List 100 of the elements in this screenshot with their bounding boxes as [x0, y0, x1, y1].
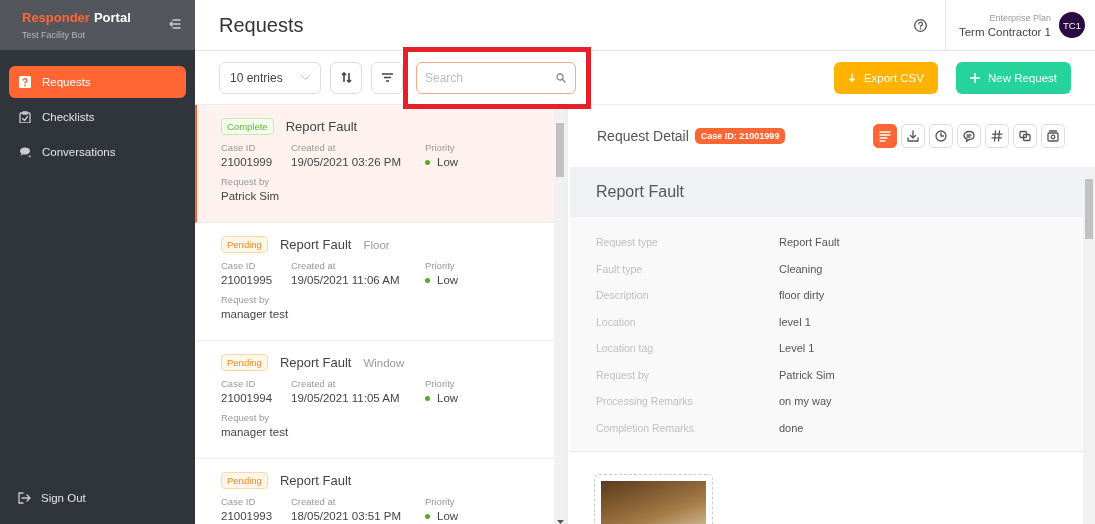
case-id: 21001994 — [221, 392, 274, 404]
field-label: Priority — [425, 496, 456, 507]
clock-icon — [935, 130, 947, 142]
detail-title: Request Detail — [597, 128, 689, 144]
chat-icon — [963, 130, 975, 142]
request-title: Report Fault — [285, 119, 358, 134]
sort-button[interactable] — [330, 61, 362, 94]
field-label: Case ID — [221, 142, 257, 153]
brand-name: Responder — [22, 10, 90, 25]
status-badge: Pending — [221, 236, 268, 253]
clipboard-icon — [19, 111, 31, 123]
field-label: Request by — [221, 294, 271, 305]
facility-name: Test Facility Bot — [22, 30, 87, 40]
request-tag: Floor — [363, 238, 390, 251]
field-label: Case ID — [221, 260, 257, 271]
field-label: Created at — [291, 378, 337, 389]
nav-item[interactable]: Conversations — [9, 136, 186, 168]
scroll-down-icon — [556, 520, 564, 524]
field-label: Priority — [425, 378, 456, 389]
chevron-down-icon — [301, 75, 310, 80]
field-value: level 1 — [779, 315, 812, 328]
request-title: Report Fault — [279, 237, 352, 252]
requester-name: manager test — [221, 308, 290, 320]
priority-value: Low — [437, 510, 459, 522]
request-title: Report Fault — [279, 355, 352, 370]
field-value: Level 1 — [779, 342, 816, 355]
field-label: Request by — [221, 176, 271, 187]
user-name: Term Contractor 1 — [958, 25, 1051, 38]
question-icon — [19, 76, 31, 88]
arrow-down-icon — [847, 73, 856, 82]
case-id: 21001995 — [221, 274, 274, 286]
request-card[interactable]: Pending Report Fault Case ID Created at Priority 21001993 18/05/2021 03:51 PM Low — [195, 459, 554, 524]
brand-name: Portal — [93, 10, 131, 25]
field-label: Priority — [425, 142, 456, 153]
priority-value: Low — [437, 392, 459, 404]
priority-dot — [425, 395, 430, 401]
detail-heading: Report Fault — [570, 167, 1083, 217]
field-label: Created at — [291, 142, 337, 153]
field-label: Request type — [596, 236, 659, 249]
photo-placeholder[interactable] — [601, 481, 706, 524]
field-label: Fault type — [596, 262, 644, 275]
copy-icon — [1019, 130, 1031, 142]
created-date: 18/05/2021 03:51 PM — [291, 510, 402, 522]
field-label: Case ID — [221, 496, 257, 507]
entries-dropdown[interactable]: 10 entries — [219, 61, 321, 94]
created-date: 19/05/2021 11:06 AM — [291, 274, 401, 286]
request-card[interactable]: Complete Report Fault Case ID Created at Priority 21001999 19/05/2021 03:26 PM Low Request by Patrick Sim — [195, 105, 554, 223]
filter-button[interactable] — [371, 61, 403, 94]
field-label: Created at — [291, 496, 337, 507]
hash-icon — [991, 130, 1003, 142]
priority-dot — [425, 277, 430, 283]
field-label: Priority — [425, 260, 456, 271]
requester-name: Patrick Sim — [221, 190, 281, 202]
search-icon — [556, 72, 566, 83]
field-value: floor dirty — [779, 289, 826, 302]
camera-icon — [1047, 130, 1059, 142]
download-icon — [907, 130, 919, 142]
filter-icon — [381, 73, 393, 82]
priority-value: Low — [437, 274, 459, 286]
help-icon[interactable] — [913, 18, 927, 32]
created-date: 19/05/2021 11:05 AM — [291, 392, 401, 404]
chat-icon — [19, 146, 31, 158]
nav-item[interactable]: Checklists — [9, 101, 186, 133]
priority-value: Low — [437, 156, 459, 168]
search-field[interactable]: Search — [416, 61, 576, 94]
created-date: 19/05/2021 03:26 PM — [291, 156, 402, 168]
user-avatar[interactable]: TC1 — [1059, 12, 1085, 38]
field-label: Request by — [221, 412, 271, 423]
plus-icon — [969, 72, 980, 83]
field-value: done — [779, 421, 805, 434]
priority-dot — [425, 513, 430, 519]
field-value: Report Fault — [779, 236, 841, 249]
field-value: Patrick Sim — [779, 368, 836, 381]
sort-icon — [340, 72, 352, 83]
case-id-badge: Case ID: 21001999 — [694, 128, 786, 144]
scrollbar[interactable] — [1083, 167, 1095, 524]
status-badge: Pending — [221, 354, 268, 371]
sign-out-link[interactable]: Sign Out — [0, 492, 195, 524]
field-value: Cleaning — [779, 262, 824, 275]
field-label: Case ID — [221, 378, 257, 389]
case-id: 21001999 — [221, 156, 274, 168]
collapse-menu-icon[interactable] — [169, 19, 181, 29]
request-title: Report Fault — [279, 473, 352, 488]
field-label: Location — [596, 315, 637, 328]
scrollbar-thumb[interactable] — [1085, 179, 1093, 239]
requester-name: manager test — [221, 426, 290, 438]
scrollbar-thumb[interactable] — [556, 123, 564, 177]
plan-label: Enterprise Plan — [989, 12, 1051, 23]
status-badge: Complete — [221, 118, 274, 135]
request-tag: Window — [363, 356, 405, 369]
sign-out-icon — [18, 492, 31, 504]
field-label: Created at — [291, 260, 337, 271]
priority-dot — [425, 159, 430, 165]
field-label: Description — [596, 289, 650, 302]
details-icon — [879, 130, 891, 142]
status-badge: Pending — [221, 472, 268, 489]
field-label: Processing Remarks — [596, 395, 694, 408]
case-id: 21001993 — [221, 510, 274, 522]
field-value: on my way — [779, 395, 833, 408]
field-label: Completion Remarks — [596, 421, 696, 434]
